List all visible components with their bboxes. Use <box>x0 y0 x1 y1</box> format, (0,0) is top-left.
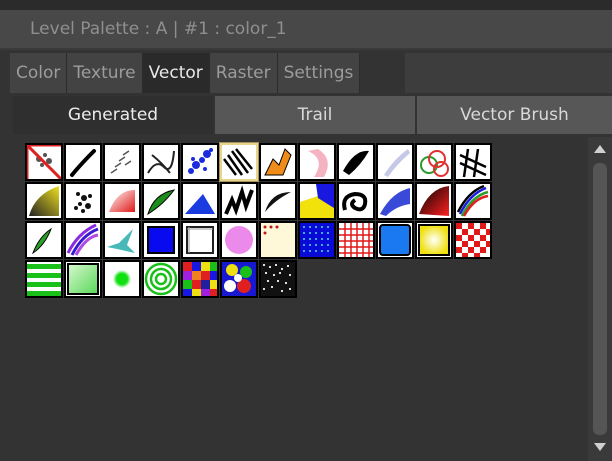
lavender-brush-icon[interactable] <box>376 143 414 181</box>
black-ink-icon[interactable] <box>337 143 375 181</box>
blue-triangle-icon[interactable] <box>181 182 219 220</box>
green-leaf-small-icon[interactable] <box>25 221 63 259</box>
tab-texture[interactable]: Texture <box>67 53 143 93</box>
pink-ribbon-icon[interactable] <box>298 143 336 181</box>
blue-dot-pattern-icon[interactable] <box>298 221 336 259</box>
scroll-thumb[interactable] <box>593 163 607 435</box>
tab-bar: Color Texture Vector Raster Settings <box>10 53 361 93</box>
style-grid <box>10 137 588 461</box>
dashed-strokes-icon[interactable] <box>103 143 141 181</box>
orange-ribbon-icon[interactable] <box>259 143 297 181</box>
blue-brush-icon[interactable] <box>376 182 414 220</box>
green-leaf-icon[interactable] <box>142 182 180 220</box>
yellow-gradient-icon[interactable] <box>25 182 63 220</box>
subtab-generated[interactable]: Generated <box>13 96 213 134</box>
title-separator <box>0 48 612 50</box>
spiral-icon[interactable] <box>337 182 375 220</box>
tab-vector[interactable]: Vector <box>142 53 210 93</box>
dark-stroke-icon[interactable] <box>64 143 102 181</box>
yellow-fill-icon[interactable] <box>415 221 453 259</box>
knotted-line-icon[interactable] <box>142 143 180 181</box>
subtab-trail[interactable]: Trail <box>215 96 415 134</box>
green-dot-icon[interactable] <box>103 260 141 298</box>
red-grid-icon[interactable] <box>337 221 375 259</box>
color-blobs-icon[interactable] <box>220 260 258 298</box>
tab-bar-filler <box>405 53 612 93</box>
zigzag-black-icon[interactable] <box>220 182 258 220</box>
color-mosaic-icon[interactable] <box>181 260 219 298</box>
scroll-down-icon[interactable] <box>594 443 606 451</box>
speckle-black-icon[interactable] <box>64 182 102 220</box>
none-style-icon[interactable] <box>25 143 63 181</box>
top-strip <box>0 0 612 10</box>
subtab-bar: Generated Trail Vector Brush <box>13 96 612 134</box>
yellow-blue-icon[interactable] <box>298 182 336 220</box>
tab-raster[interactable]: Raster <box>209 53 278 93</box>
panel-title: Level Palette : A | #1 : color_1 <box>0 10 612 48</box>
red-fade-icon[interactable] <box>103 182 141 220</box>
green-red-rings-icon[interactable] <box>415 143 453 181</box>
red-black-gradient-icon[interactable] <box>415 182 453 220</box>
cream-square-icon[interactable] <box>259 221 297 259</box>
white-square-icon[interactable] <box>181 221 219 259</box>
tab-color[interactable]: Color <box>10 53 68 93</box>
vertical-scrollbar[interactable] <box>588 137 612 461</box>
crosshatch-icon[interactable] <box>454 143 492 181</box>
striped-diagonal-icon[interactable] <box>219 142 259 182</box>
tab-settings[interactable]: Settings <box>277 53 361 93</box>
green-rings-icon[interactable] <box>142 260 180 298</box>
multicolor-lines-icon[interactable] <box>454 182 492 220</box>
blue-fill-icon[interactable] <box>376 221 414 259</box>
blue-square-icon[interactable] <box>142 221 180 259</box>
green-square-icon[interactable] <box>64 260 102 298</box>
teal-brush-icon[interactable] <box>103 221 141 259</box>
pink-circle-icon[interactable] <box>220 221 258 259</box>
blue-dots-icon[interactable] <box>181 143 219 181</box>
subtab-vector-brush[interactable]: Vector Brush <box>417 96 612 134</box>
noise-icon[interactable] <box>259 260 297 298</box>
purple-stripes-icon[interactable] <box>64 221 102 259</box>
black-curve-icon[interactable] <box>259 182 297 220</box>
scroll-up-icon[interactable] <box>594 145 606 153</box>
green-stripes-icon[interactable] <box>25 260 63 298</box>
red-check-icon[interactable] <box>454 221 492 259</box>
